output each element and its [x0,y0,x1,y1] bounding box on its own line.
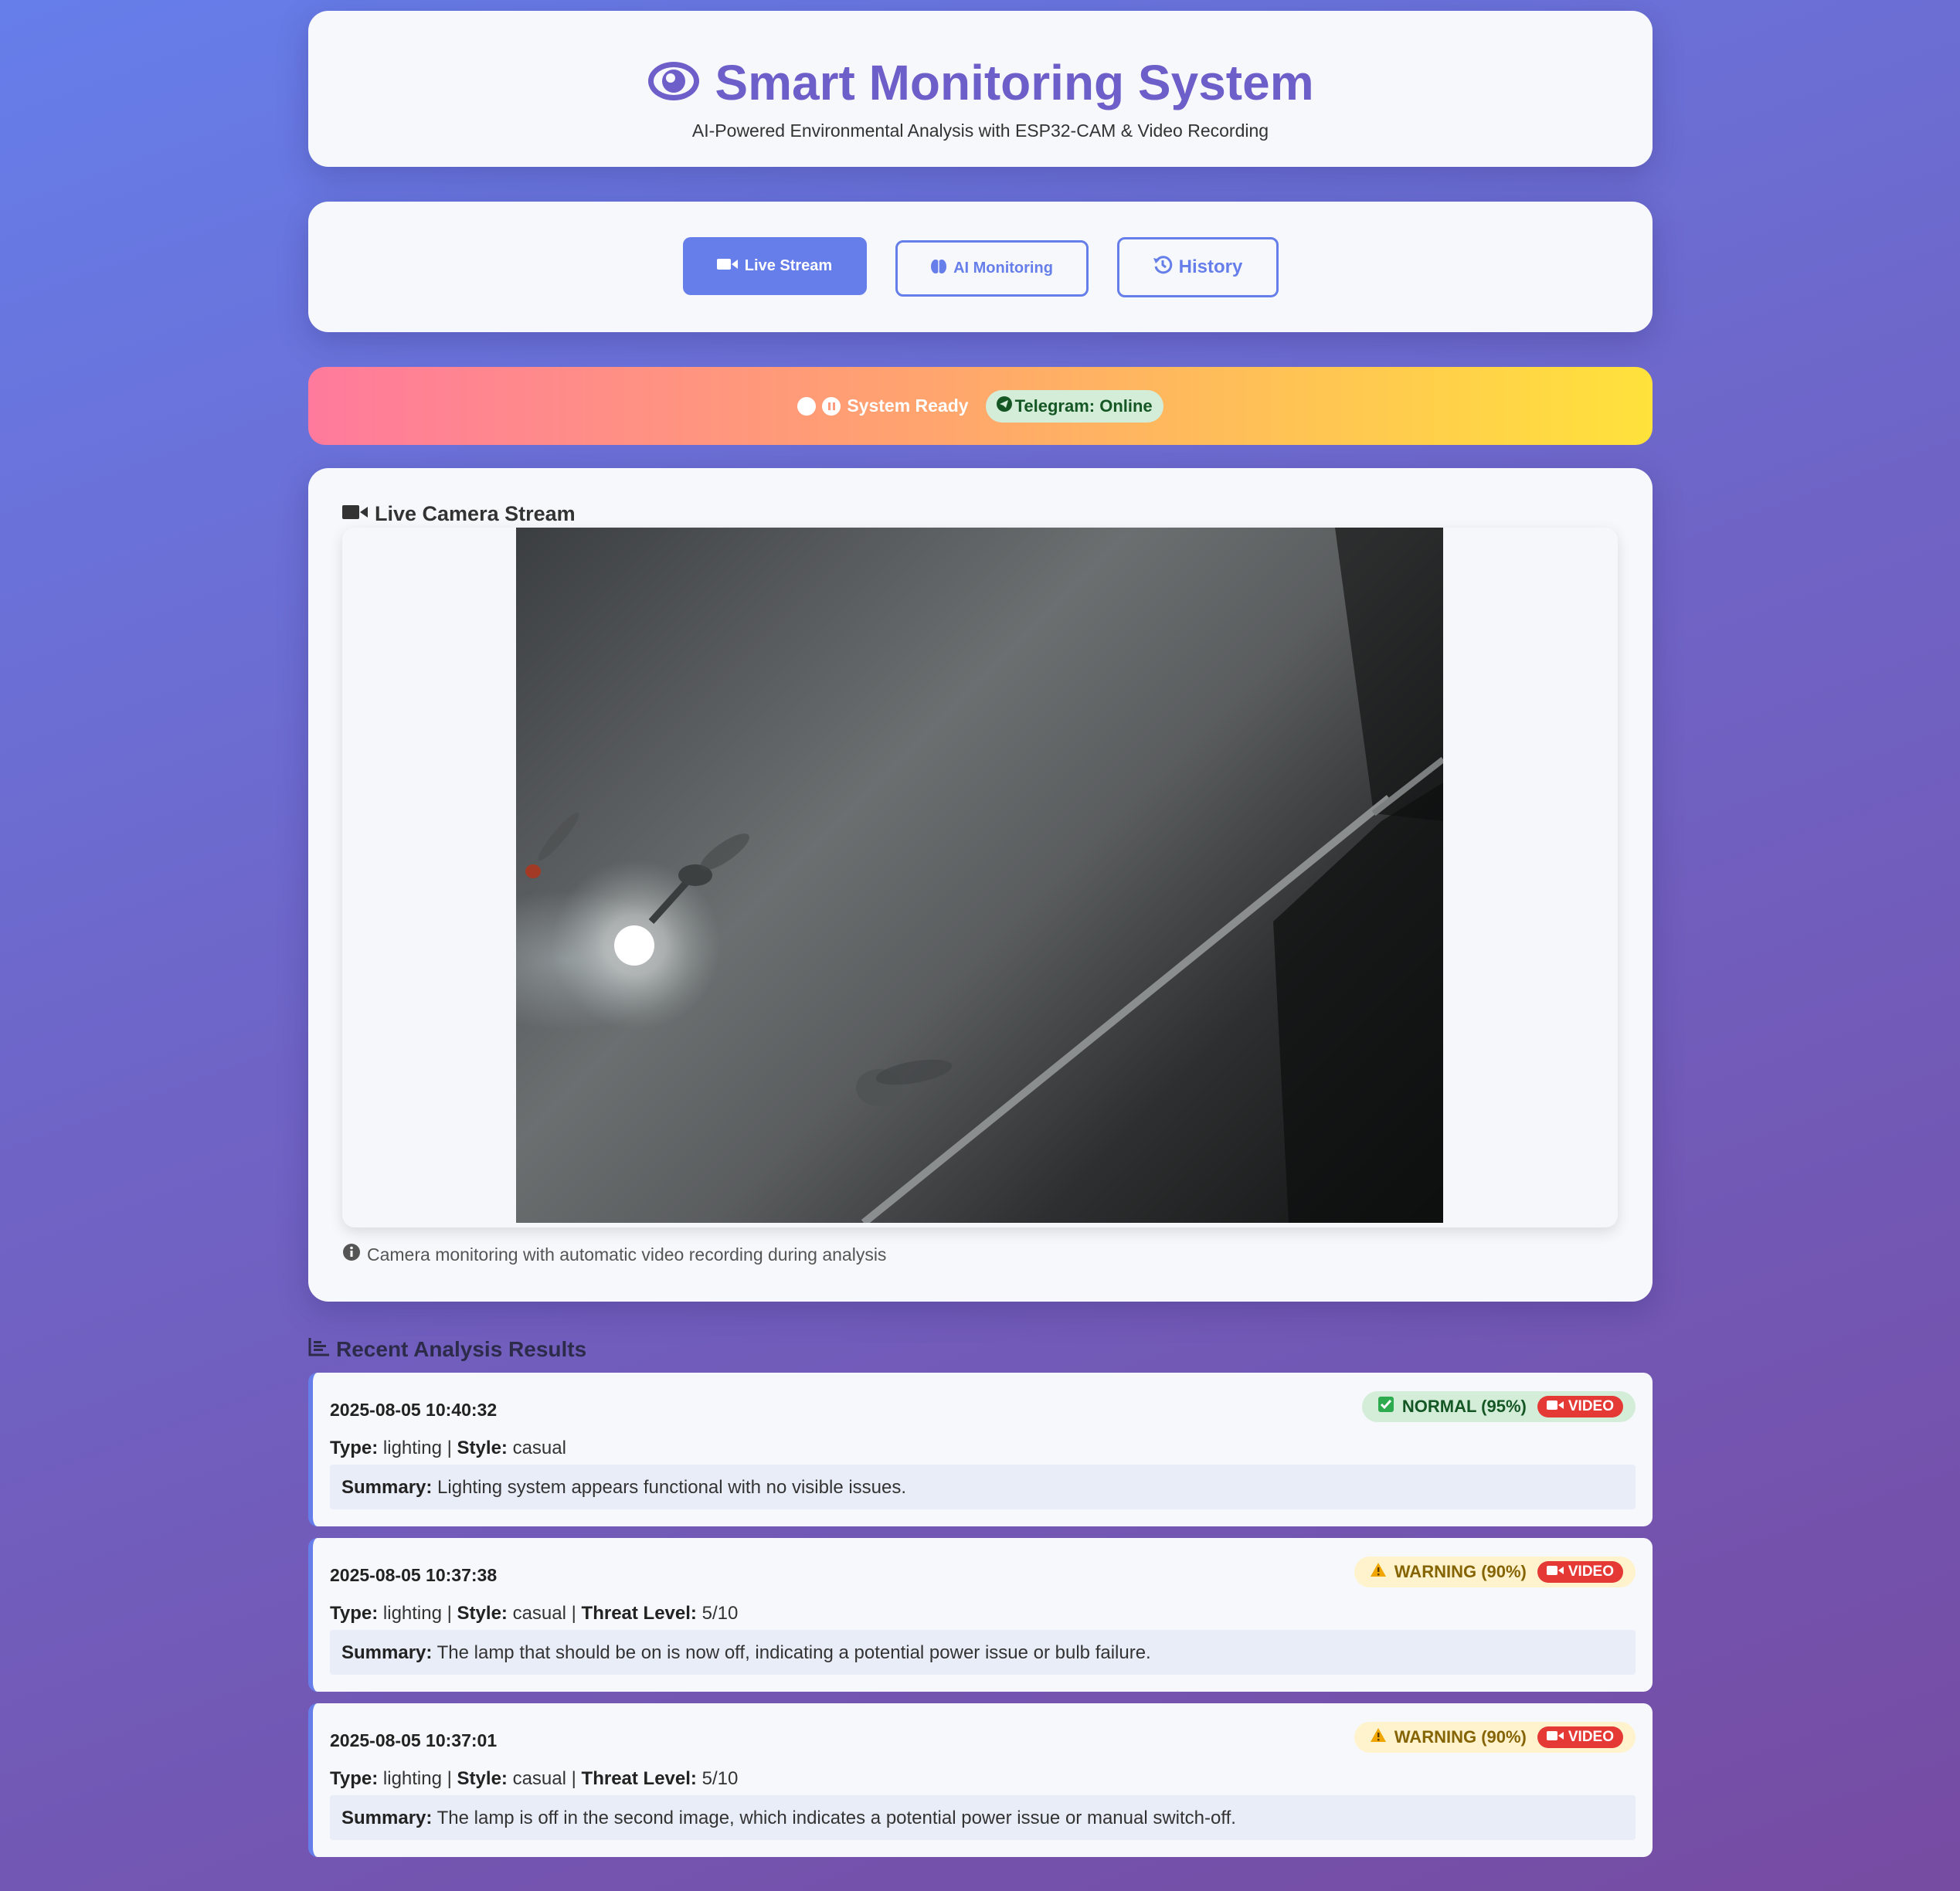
chart-icon [308,1336,330,1362]
video-camera-icon [1546,1398,1564,1415]
result-details: Type: lighting | Style: casual [330,1438,566,1458]
video-camera-icon [1546,1729,1564,1746]
summary-label: Summary: [341,1477,433,1498]
status-dot-icon [797,396,817,416]
result-badges: WARNING (90%) VIDEO [1354,1557,1636,1587]
result-details: Type: lighting | Style: casual | Threat … [330,1768,739,1789]
style-value: casual [512,1603,566,1624]
threat-label: Threat Level: [581,1603,697,1624]
results-title: Recent Analysis Results [308,1336,586,1362]
summary-text: Lighting system appears functional with … [437,1477,907,1498]
page-subtitle: AI-Powered Environmental Analysis with E… [691,121,1269,141]
style-label: Style: [457,1438,508,1458]
telegram-status-text: Telegram: Online [1014,396,1153,416]
type-label: Type: [330,1768,379,1789]
status-badge-text: WARNING (90%) [1394,1727,1527,1747]
stream-title-text: Live Camera Stream [375,502,576,525]
tab-history-label: History [1178,256,1243,277]
tab-live-stream[interactable]: Live Stream [682,237,867,295]
video-badge-label: VIDEO [1568,1729,1614,1745]
video-camera-icon [1546,1563,1564,1580]
warning-icon [1370,1727,1387,1747]
status-badge-text: NORMAL (95%) [1401,1397,1527,1416]
warning-icon [1370,1562,1387,1582]
result-card[interactable]: 2025-08-05 10:37:01 WARNING (90%) VIDEO … [308,1703,1653,1857]
type-value: lighting [382,1768,442,1789]
style-label: Style: [457,1603,508,1624]
type-label: Type: [330,1438,379,1458]
summary-label: Summary: [341,1808,433,1828]
telegram-status-badge: Telegram: Online [985,389,1163,423]
summary-text: The lamp that should be on is now off, i… [436,1642,1151,1663]
video-badge-label: VIDEO [1568,1398,1614,1414]
result-badges: WARNING (90%) VIDEO [1354,1722,1636,1753]
stream-caption: Camera monitoring with automatic video r… [342,1243,886,1266]
type-label: Type: [330,1603,379,1624]
video-badge[interactable]: VIDEO [1537,1561,1623,1583]
result-summary: Summary: Lighting system appears functio… [330,1465,1636,1509]
live-video-feed[interactable] [516,528,1443,1223]
status-badge: NORMAL (95%) [1377,1396,1527,1417]
stream-caption-text: Camera monitoring with automatic video r… [367,1244,887,1265]
result-details: Type: lighting | Style: casual | Threat … [330,1603,739,1624]
stream-container [342,528,1618,1227]
result-timestamp: 2025-08-05 10:37:38 [330,1565,498,1585]
check-icon [1377,1396,1394,1417]
video-badge-label: VIDEO [1568,1563,1614,1580]
status-bar: System Ready Telegram: Online [308,367,1653,445]
nav-card: Live Stream AI Monitoring History [308,202,1653,332]
video-camera-icon [342,502,369,526]
threat-label: Threat Level: [581,1768,697,1789]
system-status: System Ready [797,396,969,416]
info-icon [342,1243,361,1266]
threat-value: 5/10 [701,1768,739,1789]
tab-ai-monitoring-label: AI Monitoring [953,260,1053,277]
video-camera-icon [716,257,739,276]
result-summary: Summary: The lamp is off in the second i… [330,1795,1636,1840]
style-value: casual [512,1768,566,1789]
video-badge[interactable]: VIDEO [1537,1726,1623,1748]
tab-ai-monitoring[interactable]: AI Monitoring [895,240,1089,297]
brain-icon [930,258,947,280]
results-title-text: Recent Analysis Results [336,1336,587,1361]
summary-label: Summary: [341,1642,433,1663]
type-value: lighting [382,1603,442,1624]
tab-history[interactable]: History [1116,237,1279,297]
summary-text: The lamp is off in the second image, whi… [436,1808,1236,1828]
result-timestamp: 2025-08-05 10:40:32 [330,1400,498,1420]
header-card: Smart Monitoring System AI-Powered Envir… [308,11,1653,167]
result-card[interactable]: 2025-08-05 10:40:32 NORMAL (95%) VIDEO T… [308,1373,1653,1526]
style-label: Style: [457,1768,508,1789]
tab-live-stream-label: Live Stream [744,257,833,274]
system-status-text: System Ready [847,396,969,416]
telegram-icon [996,396,1012,416]
type-value: lighting [382,1438,442,1458]
page-title: Smart Monitoring System [715,55,1314,110]
eye-icon [647,59,701,107]
status-badge: WARNING (90%) [1370,1727,1527,1747]
result-summary: Summary: The lamp that should be on is n… [330,1630,1636,1675]
style-value: casual [512,1438,566,1458]
result-timestamp: 2025-08-05 10:37:01 [330,1730,498,1750]
threat-value: 5/10 [701,1603,739,1624]
history-icon [1153,255,1173,280]
pause-icon [822,396,841,416]
status-badge-text: WARNING (90%) [1394,1562,1527,1581]
result-badges: NORMAL (95%) VIDEO [1361,1391,1636,1422]
video-badge[interactable]: VIDEO [1537,1396,1623,1417]
stream-card: Live Camera Stream Camera monitoring wit… [308,468,1653,1302]
stream-title: Live Camera Stream [342,502,576,526]
status-badge: WARNING (90%) [1370,1562,1527,1582]
result-card[interactable]: 2025-08-05 10:37:38 WARNING (90%) VIDEO … [308,1538,1653,1692]
